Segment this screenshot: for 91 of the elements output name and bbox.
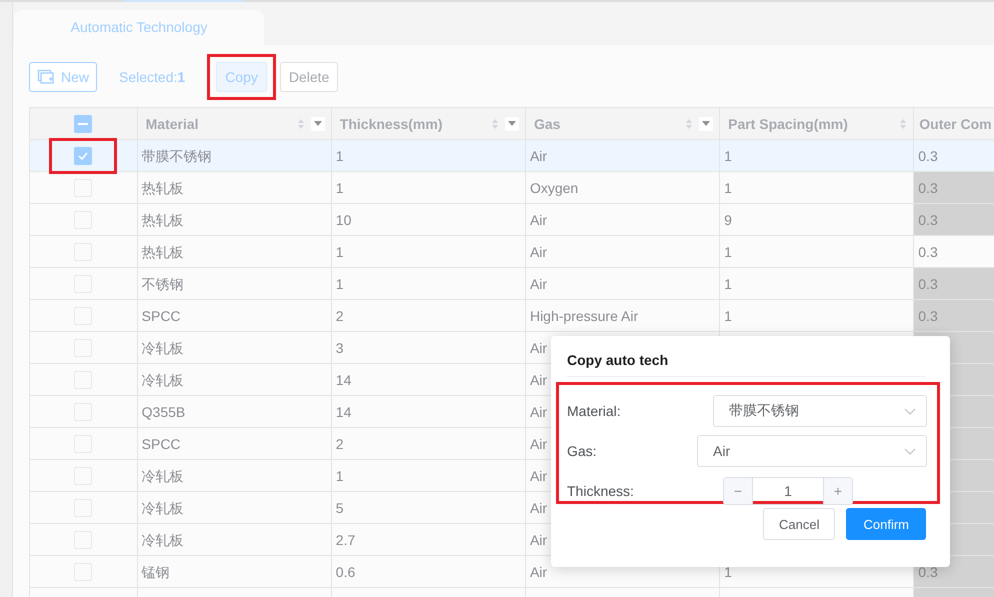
- table-cell: 0.6: [336, 563, 356, 582]
- table-cell: 9: [724, 211, 732, 230]
- table-cell: 热轧板: [142, 211, 184, 230]
- table-cell: Air: [530, 275, 548, 294]
- table-cell: 1: [724, 243, 732, 262]
- table-cell: 冷轧板: [142, 531, 184, 550]
- table-cell: 1: [724, 275, 732, 294]
- table-cell: 10: [336, 211, 352, 230]
- table-cell: 热轧板: [142, 243, 184, 262]
- table-cell: 1: [724, 147, 732, 166]
- table-cell: 1: [336, 147, 344, 166]
- column-header: Part Spacing(mm): [728, 114, 849, 132]
- caret-down-icon: [314, 121, 322, 126]
- chevron-down-icon: [904, 408, 916, 414]
- table-cell: 0.3: [918, 211, 938, 230]
- dialog-title: Copy auto tech: [567, 336, 926, 377]
- table-cell: Air: [530, 403, 548, 422]
- table-cell: Air: [530, 243, 548, 262]
- tab[interactable]: Automatic Technology: [14, 10, 264, 45]
- table-cell: 0.3: [918, 179, 938, 198]
- table-cell: High-pressure Air: [530, 307, 638, 326]
- table-cell: 0.3: [918, 243, 938, 262]
- table-cell: 冷轧板: [142, 371, 184, 390]
- copy-button[interactable]: Copy: [216, 62, 267, 92]
- table-cell: 带膜不锈钢: [142, 147, 212, 166]
- sort-icon[interactable]: [296, 118, 305, 130]
- caret-down-icon: [508, 121, 516, 126]
- table-cell: 2: [336, 435, 344, 454]
- filter-dropdown[interactable]: [310, 116, 325, 130]
- select-field[interactable]: Air: [697, 435, 927, 467]
- table-cell: Air: [530, 467, 548, 486]
- table-cell: 1: [724, 179, 732, 198]
- table-cell: 5: [336, 499, 344, 518]
- table-cell: 3: [336, 339, 344, 358]
- new-button[interactable]: New: [29, 62, 98, 92]
- table-cell: 冷轧板: [142, 339, 184, 358]
- table-cell: 锰钢: [142, 563, 170, 582]
- checkmark-icon: [78, 152, 88, 160]
- table-cell: 0.3: [918, 275, 938, 294]
- caret-down-icon: [702, 121, 710, 126]
- table-cell: 1: [724, 307, 732, 326]
- table-cell: 冷轧板: [142, 467, 184, 486]
- sort-icon[interactable]: [899, 118, 908, 130]
- table-cell: 冷轧板: [142, 499, 184, 518]
- select-all-checkbox[interactable]: [74, 115, 92, 134]
- table-cell: 1: [336, 467, 344, 486]
- filter-dropdown[interactable]: [699, 116, 714, 130]
- table-cell: Oxygen: [530, 179, 578, 198]
- table-cell: 14: [336, 371, 352, 390]
- minus-icon: [78, 123, 88, 126]
- table-cell: 0.3: [918, 147, 938, 166]
- table-cell: SPCC: [142, 307, 181, 326]
- table-cell: 不锈钢: [142, 275, 184, 294]
- field-label: Thickness:: [567, 483, 635, 499]
- table-cell: Air: [530, 339, 548, 358]
- table-cell: Air: [530, 435, 548, 454]
- table-cell: 0.3: [918, 307, 938, 326]
- filter-dropdown[interactable]: [504, 116, 519, 130]
- table-cell: 1: [336, 179, 344, 198]
- table-cell: Air: [530, 147, 548, 166]
- delete-button[interactable]: Delete: [280, 62, 338, 92]
- table-cell: 1: [724, 563, 732, 582]
- sort-icon[interactable]: [685, 118, 694, 130]
- table-cell: SPCC: [142, 435, 181, 454]
- table-cell: Q355B: [142, 403, 186, 422]
- column-header: Material: [146, 114, 200, 132]
- selected-count: Selected:1: [119, 69, 186, 85]
- table-cell: Air: [530, 499, 548, 518]
- select-field[interactable]: 带膜不锈钢: [713, 395, 927, 427]
- table-cell: 0.3: [918, 563, 938, 582]
- table-cell: 1: [336, 243, 344, 262]
- field-label: Gas:: [567, 443, 598, 459]
- sort-icon[interactable]: [490, 118, 499, 130]
- table-cell: 热轧板: [142, 179, 184, 198]
- table-cell: Air: [530, 563, 548, 582]
- table-cell: 2: [336, 307, 344, 326]
- table-cell: Air: [530, 531, 548, 550]
- confirm-button[interactable]: Confirm: [846, 508, 926, 540]
- column-header: Thickness(mm): [340, 114, 444, 132]
- table-cell: Air: [530, 211, 548, 230]
- table-cell: 1: [336, 275, 344, 294]
- column-header: Gas: [534, 114, 562, 132]
- row-checkbox[interactable]: [74, 147, 92, 166]
- cancel-button[interactable]: Cancel: [763, 508, 836, 540]
- column-header: Outer Com: [919, 114, 993, 132]
- table-cell: Air: [530, 371, 548, 390]
- table-cell: 14: [336, 403, 352, 422]
- add-window-icon: [37, 69, 55, 85]
- chevron-down-icon: [904, 448, 916, 454]
- table-cell: 2.7: [336, 531, 356, 550]
- field-label: Material:: [567, 403, 622, 419]
